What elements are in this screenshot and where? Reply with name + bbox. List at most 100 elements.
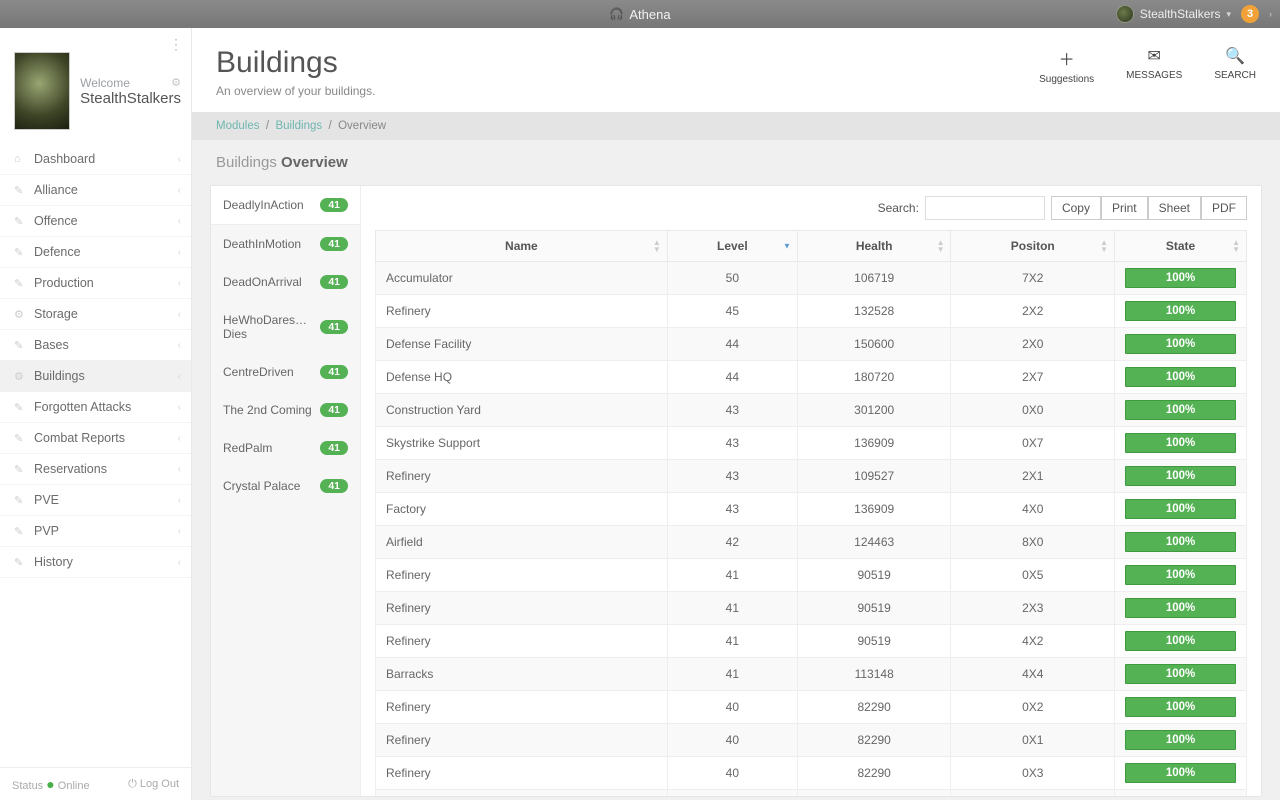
sidebar-item-combat-reports[interactable]: ✎Combat Reports‹ bbox=[0, 423, 191, 454]
header-action-messages[interactable]: ✉MESSAGES bbox=[1126, 46, 1182, 85]
cell-position: 0X3 bbox=[951, 757, 1115, 790]
gear-icon[interactable]: ⚙ bbox=[171, 76, 181, 89]
pdf-button[interactable]: PDF bbox=[1201, 196, 1247, 220]
cell-state: 100% bbox=[1115, 625, 1247, 658]
sidebar-item-offence[interactable]: ✎Offence‹ bbox=[0, 206, 191, 237]
table-row: Construction Yard433012000X0100% bbox=[376, 394, 1247, 427]
sheet-button[interactable]: Sheet bbox=[1148, 196, 1201, 220]
cell-level: 45 bbox=[667, 295, 797, 328]
action-label: SEARCH bbox=[1214, 70, 1256, 81]
cell-health: 90519 bbox=[797, 625, 951, 658]
header-action-suggestions[interactable]: ＋Suggestions bbox=[1039, 46, 1094, 85]
col-level[interactable]: Level▼ bbox=[667, 231, 797, 262]
sidebar-item-history[interactable]: ✎History‹ bbox=[0, 547, 191, 578]
sidebar-item-forgotten-attacks[interactable]: ✎Forgotten Attacks‹ bbox=[0, 392, 191, 423]
tab-deadonarrival[interactable]: DeadOnArrival41 bbox=[211, 263, 360, 301]
sidebar-item-production[interactable]: ✎Production‹ bbox=[0, 268, 191, 299]
panel-title: Buildings Overview bbox=[192, 140, 1280, 179]
table-row: Refinery431095272X1100% bbox=[376, 460, 1247, 493]
cell-level: 40 bbox=[667, 691, 797, 724]
cell-health: 109527 bbox=[797, 460, 951, 493]
nav-label: History bbox=[34, 555, 73, 569]
sidebar-item-buildings[interactable]: ⚙Buildings‹ bbox=[0, 361, 191, 392]
table-row: Skystrike Support431369090X7100% bbox=[376, 427, 1247, 460]
tab-deathinmotion[interactable]: DeathInMotion41 bbox=[211, 225, 360, 263]
cell-state: 100% bbox=[1115, 427, 1247, 460]
sidebar-item-storage[interactable]: ⚙Storage‹ bbox=[0, 299, 191, 330]
crumb-modules[interactable]: Modules bbox=[216, 120, 259, 132]
state-bar: 100% bbox=[1125, 466, 1236, 486]
buildings-table: Name▲▼Level▼Health▲▼Positon▲▼State▲▼ Acc… bbox=[375, 230, 1247, 796]
notification-badge[interactable]: 3 bbox=[1241, 5, 1259, 23]
sidebar-item-reservations[interactable]: ✎Reservations‹ bbox=[0, 454, 191, 485]
tab-hewhodares-dies[interactable]: HeWhoDares…Dies41 bbox=[211, 301, 360, 353]
nav-label: Bases bbox=[34, 338, 69, 352]
profile-avatar bbox=[14, 52, 70, 130]
tab-badge: 41 bbox=[320, 441, 348, 455]
online-dot-icon: ● bbox=[46, 776, 54, 792]
copy-button[interactable]: Copy bbox=[1051, 196, 1101, 220]
state-bar: 100% bbox=[1125, 664, 1236, 684]
cell-position: 8X0 bbox=[951, 526, 1115, 559]
cell-position: 0X2 bbox=[951, 691, 1115, 724]
tab-deadlyinaction[interactable]: DeadlyInAction41 bbox=[211, 186, 360, 225]
tab-redpalm[interactable]: RedPalm41 bbox=[211, 429, 360, 467]
action-icon: 🔍 bbox=[1214, 46, 1256, 66]
gear-icon: ⚙ bbox=[14, 308, 26, 321]
sidebar-item-pve[interactable]: ✎PVE‹ bbox=[0, 485, 191, 516]
chevron-left-icon: ‹ bbox=[178, 557, 181, 568]
cell-level: 40 bbox=[667, 757, 797, 790]
sidebar-item-alliance[interactable]: ✎Alliance‹ bbox=[0, 175, 191, 206]
avatar-icon bbox=[1116, 5, 1134, 23]
cell-level: 41 bbox=[667, 625, 797, 658]
cell-health: 136909 bbox=[797, 493, 951, 526]
cell-state: 100% bbox=[1115, 328, 1247, 361]
col-state[interactable]: State▲▼ bbox=[1115, 231, 1247, 262]
col-name[interactable]: Name▲▼ bbox=[376, 231, 668, 262]
cell-level: 43 bbox=[667, 493, 797, 526]
edit-icon: ✎ bbox=[14, 494, 26, 507]
user-menu[interactable]: StealthStalkers ▾ bbox=[1116, 5, 1231, 23]
cell-name: Barracks bbox=[376, 658, 668, 691]
table-row: Barracks411131484X4100% bbox=[376, 658, 1247, 691]
print-button[interactable]: Print bbox=[1101, 196, 1148, 220]
cell-health: 106719 bbox=[797, 262, 951, 295]
page-header: Buildings An overview of your buildings.… bbox=[192, 28, 1280, 112]
table-row: Refinery40822900X1100% bbox=[376, 724, 1247, 757]
logout-link[interactable]: ⏻ Log Out bbox=[128, 778, 179, 791]
crumb-current: Overview bbox=[338, 120, 386, 132]
state-bar: 100% bbox=[1125, 400, 1236, 420]
cell-position: 0X1 bbox=[951, 724, 1115, 757]
cell-level: 44 bbox=[667, 328, 797, 361]
col-health[interactable]: Health▲▼ bbox=[797, 231, 951, 262]
sidebar-item-dashboard[interactable]: ⌂Dashboard‹ bbox=[0, 144, 191, 175]
sidebar-item-pvp[interactable]: ✎PVP‹ bbox=[0, 516, 191, 547]
edit-icon: ✎ bbox=[14, 246, 26, 259]
col-positon[interactable]: Positon▲▼ bbox=[951, 231, 1115, 262]
cell-health: 132528 bbox=[797, 295, 951, 328]
state-bar: 100% bbox=[1125, 433, 1236, 453]
col-label: State bbox=[1166, 239, 1195, 253]
table-row: Refinery40822900X6100% bbox=[376, 790, 1247, 797]
chevron-left-icon: ‹ bbox=[178, 278, 181, 289]
crumb-buildings[interactable]: Buildings bbox=[275, 120, 322, 132]
search-input[interactable] bbox=[925, 196, 1045, 220]
col-label: Positon bbox=[1011, 239, 1055, 253]
more-icon[interactable]: ⋮ bbox=[169, 36, 183, 53]
state-bar: 100% bbox=[1125, 499, 1236, 519]
expand-icon[interactable]: › bbox=[1269, 9, 1272, 19]
tab-the-2nd-coming[interactable]: The 2nd Coming41 bbox=[211, 391, 360, 429]
tab-centredriven[interactable]: CentreDriven41 bbox=[211, 353, 360, 391]
header-action-search[interactable]: 🔍 SEARCH bbox=[1214, 46, 1256, 85]
cell-state: 100% bbox=[1115, 790, 1247, 797]
sidebar-item-bases[interactable]: ✎Bases‹ bbox=[0, 330, 191, 361]
sidebar-item-defence[interactable]: ✎Defence‹ bbox=[0, 237, 191, 268]
edit-icon: ✎ bbox=[14, 215, 26, 228]
cell-name: Airfield bbox=[376, 526, 668, 559]
cell-position: 0X7 bbox=[951, 427, 1115, 460]
brand: 🎧 Athena bbox=[609, 7, 670, 22]
tab-crystal-palace[interactable]: Crystal Palace41 bbox=[211, 467, 360, 505]
nav-label: Buildings bbox=[34, 369, 85, 383]
sort-icon: ▲▼ bbox=[937, 239, 945, 253]
chevron-left-icon: ‹ bbox=[178, 371, 181, 382]
